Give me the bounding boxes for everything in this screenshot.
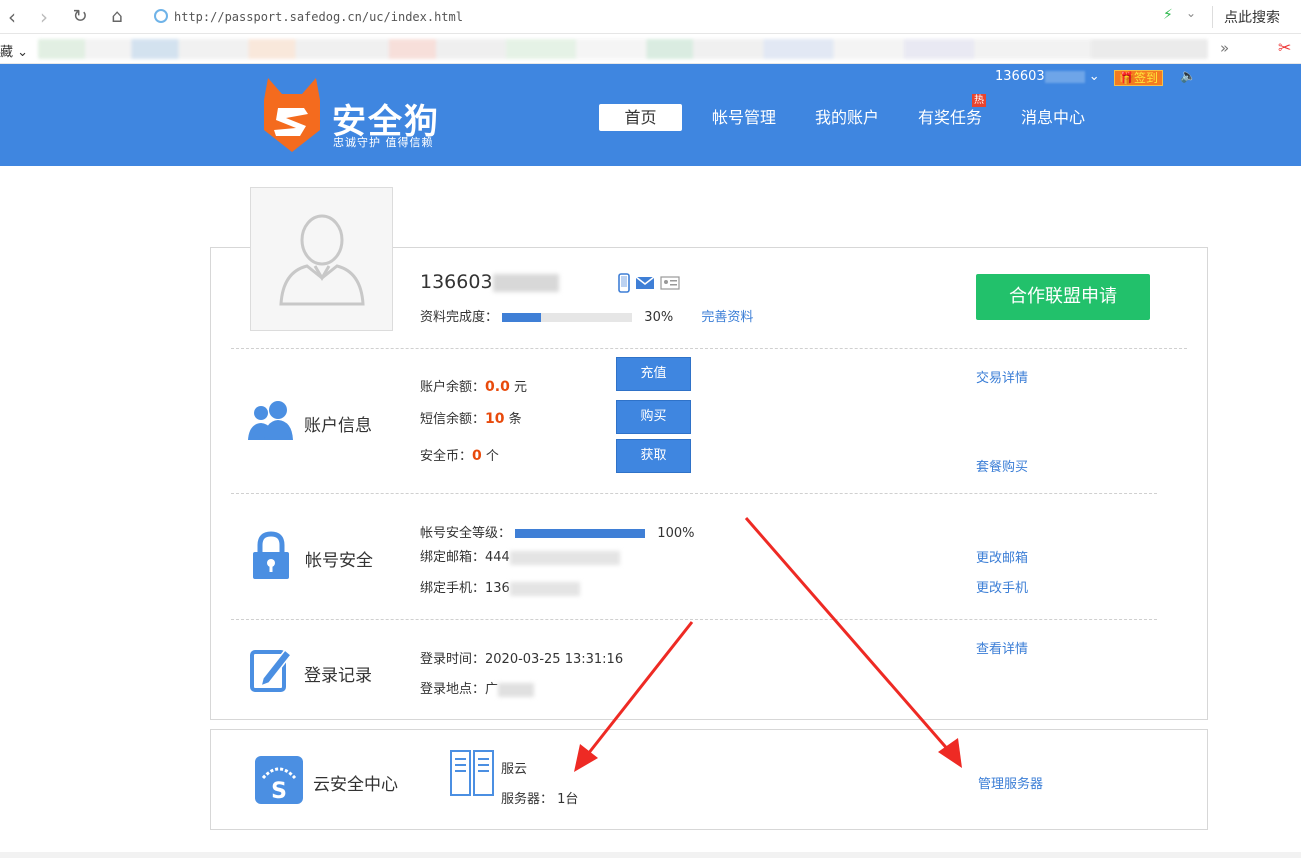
avatar[interactable] <box>250 187 393 331</box>
phone-row: 绑定手机：136 <box>420 577 580 596</box>
speaker-icon[interactable]: 🔈 <box>1180 69 1196 84</box>
cloud-title: 云安全中心 <box>313 775 398 795</box>
divider <box>231 348 1187 349</box>
security-title: 帐号安全 <box>305 551 373 571</box>
change-email-link[interactable]: 更改邮箱 <box>976 547 1028 566</box>
nav-my-account[interactable]: 我的账户 <box>815 104 879 131</box>
alliance-apply-button[interactable]: 合作联盟申请 <box>976 274 1150 320</box>
top-user-menu[interactable]: 136603 ⌄ <box>995 69 1100 84</box>
divider <box>1212 6 1213 28</box>
buy-button[interactable]: 购买 <box>616 400 691 434</box>
email-icon[interactable] <box>635 276 655 290</box>
server-icon <box>450 750 494 796</box>
safedog-logo-icon[interactable] <box>264 78 320 152</box>
login-time-row: 登录时间：2020-03-25 13:31:16 <box>420 652 624 667</box>
package-link[interactable]: 套餐购买 <box>976 456 1028 475</box>
url-field[interactable]: http://passport.safedog.cn/uc/index.html <box>148 6 1198 28</box>
user-silhouette-icon <box>279 214 365 306</box>
account-info-title: 账户信息 <box>304 416 372 436</box>
scissors-icon[interactable]: ✂ <box>1278 38 1291 57</box>
profile-username: 136603 <box>420 271 559 293</box>
id-card-icon[interactable] <box>660 276 680 290</box>
lock-icon <box>253 531 289 579</box>
edit-icon <box>250 648 293 692</box>
manage-servers-link[interactable]: 管理服务器 <box>978 773 1043 792</box>
back-icon[interactable]: ‹ <box>0 6 24 28</box>
favorites-more[interactable]: » <box>1220 39 1229 57</box>
nav-message-center[interactable]: 消息中心 <box>1021 104 1085 131</box>
gift-icon: 🎁 <box>1119 71 1134 85</box>
favorites-bar: 藏 ⌄ » ✂ <box>0 34 1301 64</box>
signin-button[interactable]: 🎁签到 <box>1114 70 1163 86</box>
home-icon[interactable]: ⌂ <box>105 6 129 28</box>
brand-slogan: 忠诚守护 值得信赖 <box>333 136 434 149</box>
get-button[interactable]: 获取 <box>616 439 691 473</box>
balance-row: 账户余额：0.0 元 <box>420 379 527 395</box>
nav-account-manage[interactable]: 帐号管理 <box>712 104 776 131</box>
complete-profile-link[interactable]: 完善资料 <box>701 310 753 325</box>
site-header: 安全狗 忠诚守护 值得信赖 136603 ⌄ 🎁签到 🔈 首页 帐号管理 我的账… <box>0 64 1301 166</box>
refresh-icon[interactable]: ↻ <box>68 6 92 28</box>
server-count-row: 服务器： 1台 <box>501 792 579 807</box>
browser-address-bar: ‹ › ↻ ⌂ http://passport.safedog.cn/uc/in… <box>0 0 1301 34</box>
svg-text:S: S <box>271 779 287 804</box>
bolt-icon[interactable]: ⚡ <box>1163 7 1173 23</box>
page-globe-icon <box>154 9 168 23</box>
binding-icons <box>618 273 680 293</box>
sms-row: 短信余额：10 条 <box>420 411 522 427</box>
page-bottom-edge <box>0 852 1301 858</box>
security-level-row: 帐号安全等级： 100% <box>420 526 695 541</box>
completeness-value: 30% <box>644 310 674 325</box>
phone-icon[interactable] <box>618 273 630 293</box>
divider <box>231 493 1157 494</box>
cloud-security-logo-icon: S <box>255 756 303 804</box>
favorites-label[interactable]: 藏 ⌄ <box>0 41 28 60</box>
login-place-row: 登录地点：广 <box>420 678 535 697</box>
transactions-link[interactable]: 交易详情 <box>976 367 1028 386</box>
users-icon <box>248 401 293 440</box>
login-title: 登录记录 <box>304 666 372 686</box>
forward-icon[interactable]: › <box>32 6 56 28</box>
chevron-down-icon[interactable]: ⌄ <box>1186 6 1196 20</box>
profile-completeness: 资料完成度： 30% 完善资料 <box>420 310 754 325</box>
coin-row: 安全币：0 个 <box>420 448 499 464</box>
url-text: http://passport.safedog.cn/uc/index.html <box>174 10 463 24</box>
hot-badge: 热 <box>972 94 986 107</box>
nav-reward-tasks[interactable]: 有奖任务 <box>918 104 982 131</box>
search-shortcut[interactable]: 点此搜索 <box>1224 7 1280 27</box>
email-row: 绑定邮箱：444 <box>420 546 620 565</box>
security-level-bar <box>515 529 646 538</box>
completeness-bar <box>502 313 633 322</box>
favorites-items-blurred <box>38 39 1208 59</box>
recharge-button[interactable]: 充值 <box>616 357 691 391</box>
login-details-link[interactable]: 查看详情 <box>976 638 1028 657</box>
divider <box>231 619 1157 620</box>
nav-home[interactable]: 首页 <box>599 104 682 131</box>
cloud-service-name: 服云 <box>501 762 528 777</box>
change-phone-link[interactable]: 更改手机 <box>976 577 1028 596</box>
